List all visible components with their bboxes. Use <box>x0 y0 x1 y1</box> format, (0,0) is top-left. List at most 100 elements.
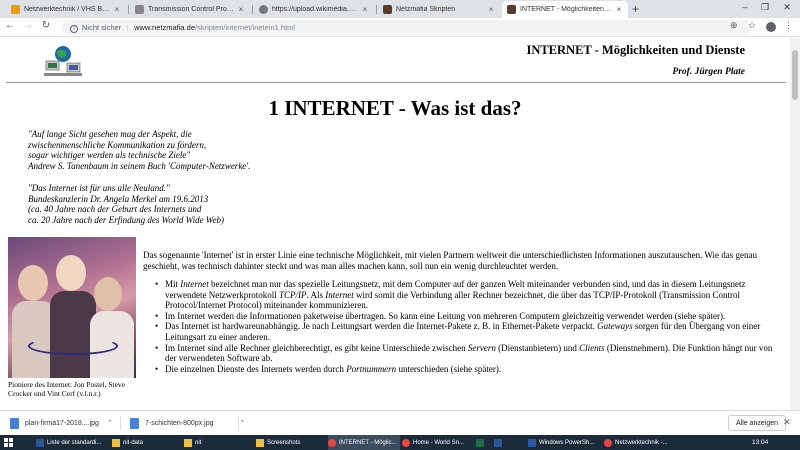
close-icon[interactable]: × <box>487 5 495 14</box>
tab-label: INTERNET - Möglichkeiten und D <box>520 6 612 13</box>
image-file-icon <box>130 417 139 429</box>
page-header-author: Prof. Jürgen Plate <box>672 67 745 77</box>
netzmafia-logo-icon <box>44 46 82 76</box>
excel-icon <box>476 438 484 447</box>
address-bar[interactable]: i Nicht sicher | www.netzmafia.de/skripte… <box>62 20 752 35</box>
taskbar-item[interactable]: nit <box>184 435 246 450</box>
windows-taskbar: Liste der standardi... nit-data nit Scre… <box>0 435 800 450</box>
download-filename: 7-schichten-800px.jpg <box>145 419 214 427</box>
star-icon[interactable]: ☆ <box>748 20 756 31</box>
web-page: INTERNET - Möglichkeiten und Dienste Pro… <box>0 38 790 410</box>
quote-line: "Das Internet ist für uns alle Neuland." <box>28 183 170 193</box>
chrome-icon <box>328 438 336 447</box>
downloads-bar: plan-firma17-2018....jpg ⌃ 7-schichten-8… <box>0 410 800 435</box>
quote-line: Andrew S. Tanenbaum in seinem Buch 'Comp… <box>28 160 251 171</box>
tab-strip: Netzwerktechnik / VHS BS / 11. × Transmi… <box>0 0 800 18</box>
tab-label: Transmission Control Protocol - <box>148 6 234 13</box>
feature-list: Mit Internet bezeichnet man nur das spez… <box>155 279 785 375</box>
word-icon <box>494 438 502 447</box>
info-icon: i <box>70 24 78 33</box>
url-host: www.netzmafia.de <box>134 23 196 32</box>
tab-favicon-icon <box>383 5 392 14</box>
quote-line: ca. 20 Jahre nach der Erfindung des Worl… <box>28 214 224 225</box>
forward-icon[interactable]: → <box>22 20 34 31</box>
quote-line: "Auf lange Sicht gesehen mag der Aspekt,… <box>28 129 192 139</box>
globe-icon <box>259 5 268 14</box>
url-path: /skripten/internet/inetein1.html <box>195 23 296 32</box>
windows-start-icon[interactable] <box>4 438 13 447</box>
folder-icon <box>256 438 264 447</box>
quote-tanenbaum: "Auf lange Sicht gesehen mag der Aspekt,… <box>28 129 250 171</box>
close-icon[interactable]: × <box>615 5 623 14</box>
quote-line: zwischenmenschliche Kommunikation zu för… <box>28 139 207 150</box>
maximize-icon[interactable]: ❐ <box>758 2 772 13</box>
image-file-icon <box>10 417 19 429</box>
show-all-downloads-button[interactable]: Alle anzeigen <box>728 415 787 431</box>
taskbar-item[interactable]: Screenshots <box>256 435 328 450</box>
download-item[interactable]: 7-schichten-800px.jpg ⌃ <box>124 413 245 433</box>
page-scrollbar[interactable] <box>790 38 800 410</box>
tab-netzmafia-skripten[interactable]: Netzmafia Skripten × <box>378 1 500 18</box>
tab-label: Netzwerktechnik / VHS BS / 11. <box>24 6 110 13</box>
quote-line: (ca. 40 Jahre nach der Geburt des Intern… <box>28 204 202 214</box>
quote-line: Bundeskanzlerin Dr. Angela Merkel am 19.… <box>28 193 209 204</box>
tab-wikimedia[interactable]: https://upload.wikimedia.org/wi × <box>254 1 374 18</box>
profile-avatar-icon[interactable] <box>766 22 776 32</box>
download-item[interactable]: plan-firma17-2018....jpg ⌃ <box>4 413 113 433</box>
taskbar-item[interactable]: nit-data <box>112 435 172 450</box>
folder-icon <box>112 438 120 447</box>
tab-internet-active[interactable]: INTERNET - Möglichkeiten und D × <box>502 1 628 18</box>
chevron-up-icon[interactable]: ⌃ <box>107 419 113 427</box>
scrollbar-thumb[interactable] <box>792 50 798 100</box>
security-label: Nicht sicher <box>82 22 122 32</box>
photo-caption: Pioniere des Internet: Jon Postel, Steve… <box>8 380 126 398</box>
tab-favicon-icon <box>11 5 20 14</box>
minimize-icon[interactable]: – <box>738 2 752 12</box>
chevron-up-icon[interactable]: ⌃ <box>240 419 246 427</box>
tab-label: Netzmafia Skripten <box>396 6 456 13</box>
taskbar-clock[interactable]: 13:04 <box>752 435 768 450</box>
tab-favicon-icon <box>135 5 144 14</box>
chrome-icon <box>604 438 612 447</box>
taskbar-item[interactable]: Netzwerktechnik -... <box>604 435 678 450</box>
tab-favicon-icon <box>507 5 516 14</box>
quote-merkel: "Das Internet ist für uns alle Neuland."… <box>28 183 224 225</box>
close-window-icon[interactable]: ✕ <box>780 2 794 13</box>
zoom-icon[interactable]: ⊕ <box>730 20 738 31</box>
word-icon <box>36 438 44 447</box>
close-icon[interactable]: × <box>237 5 245 14</box>
quote-line: sogar wichtiger werden als technische Zi… <box>28 150 191 160</box>
taskbar-item[interactable] <box>494 435 508 450</box>
list-item: Im Internet sind alle Rechner gleichbere… <box>155 343 785 364</box>
taskbar-item[interactable]: Liste der standardi... <box>36 435 110 450</box>
internet-pioneers-photo <box>8 237 136 378</box>
menu-icon[interactable]: ⋮ <box>784 20 793 31</box>
powershell-icon <box>528 438 536 447</box>
reload-icon[interactable]: ↻ <box>40 20 52 31</box>
list-item: Mit Internet bezeichnet man nur das spez… <box>155 279 785 311</box>
new-tab-button[interactable]: + <box>632 2 639 16</box>
list-item: Im Internet werden die Informationen pak… <box>155 311 785 322</box>
folder-icon <box>184 438 192 447</box>
intro-paragraph: Das sogenannte 'Internet' ist in erster … <box>143 250 758 271</box>
list-item: Das Internet ist hardwareunabhängig. Je … <box>155 321 785 342</box>
close-icon[interactable]: × <box>361 5 369 14</box>
back-icon[interactable]: ← <box>4 20 16 31</box>
download-filename: plan-firma17-2018....jpg <box>25 419 99 427</box>
chrome-icon <box>402 438 410 447</box>
page-header-title: INTERNET - Möglichkeiten und Dienste <box>526 43 745 57</box>
page-title: 1 INTERNET - Was ist das? <box>268 96 522 120</box>
taskbar-item[interactable] <box>476 435 490 450</box>
tab-tcp[interactable]: Transmission Control Protocol - × <box>130 1 250 18</box>
close-icon[interactable]: × <box>113 5 121 14</box>
taskbar-item[interactable]: Windows PowerSh... <box>528 435 602 450</box>
tab-label: https://upload.wikimedia.org/wi <box>272 6 358 13</box>
taskbar-item[interactable]: Home - World Sn... <box>402 435 474 450</box>
list-item: Die einzelnen Dienste des Internets werd… <box>155 364 785 375</box>
tab-netzwerktechnik[interactable]: Netzwerktechnik / VHS BS / 11. × <box>6 1 126 18</box>
security-indicator[interactable]: i Nicht sicher <box>70 23 121 33</box>
close-icon[interactable]: ✕ <box>783 417 791 428</box>
address-bar-row: ← → ↻ i Nicht sicher | www.netzmafia.de/s… <box>0 18 800 37</box>
taskbar-item-active[interactable]: INTERNET - Möglic... <box>328 435 400 450</box>
divider <box>6 82 786 83</box>
